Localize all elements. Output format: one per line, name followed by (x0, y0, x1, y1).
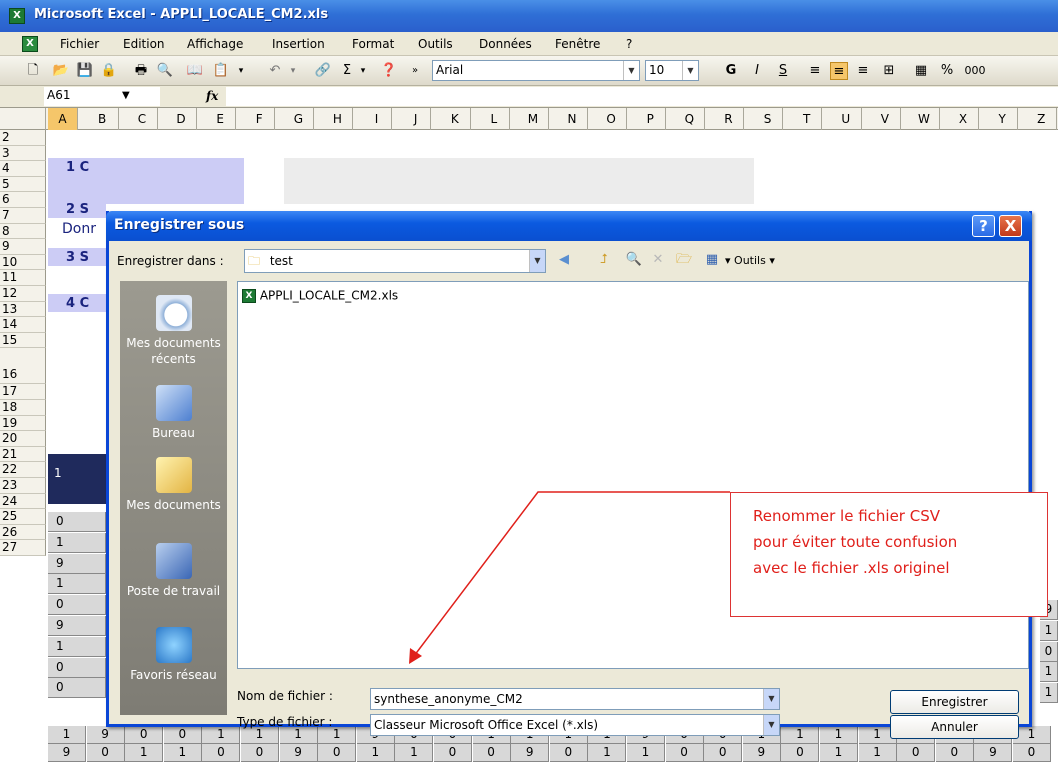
callout-arrow (409, 491, 730, 664)
